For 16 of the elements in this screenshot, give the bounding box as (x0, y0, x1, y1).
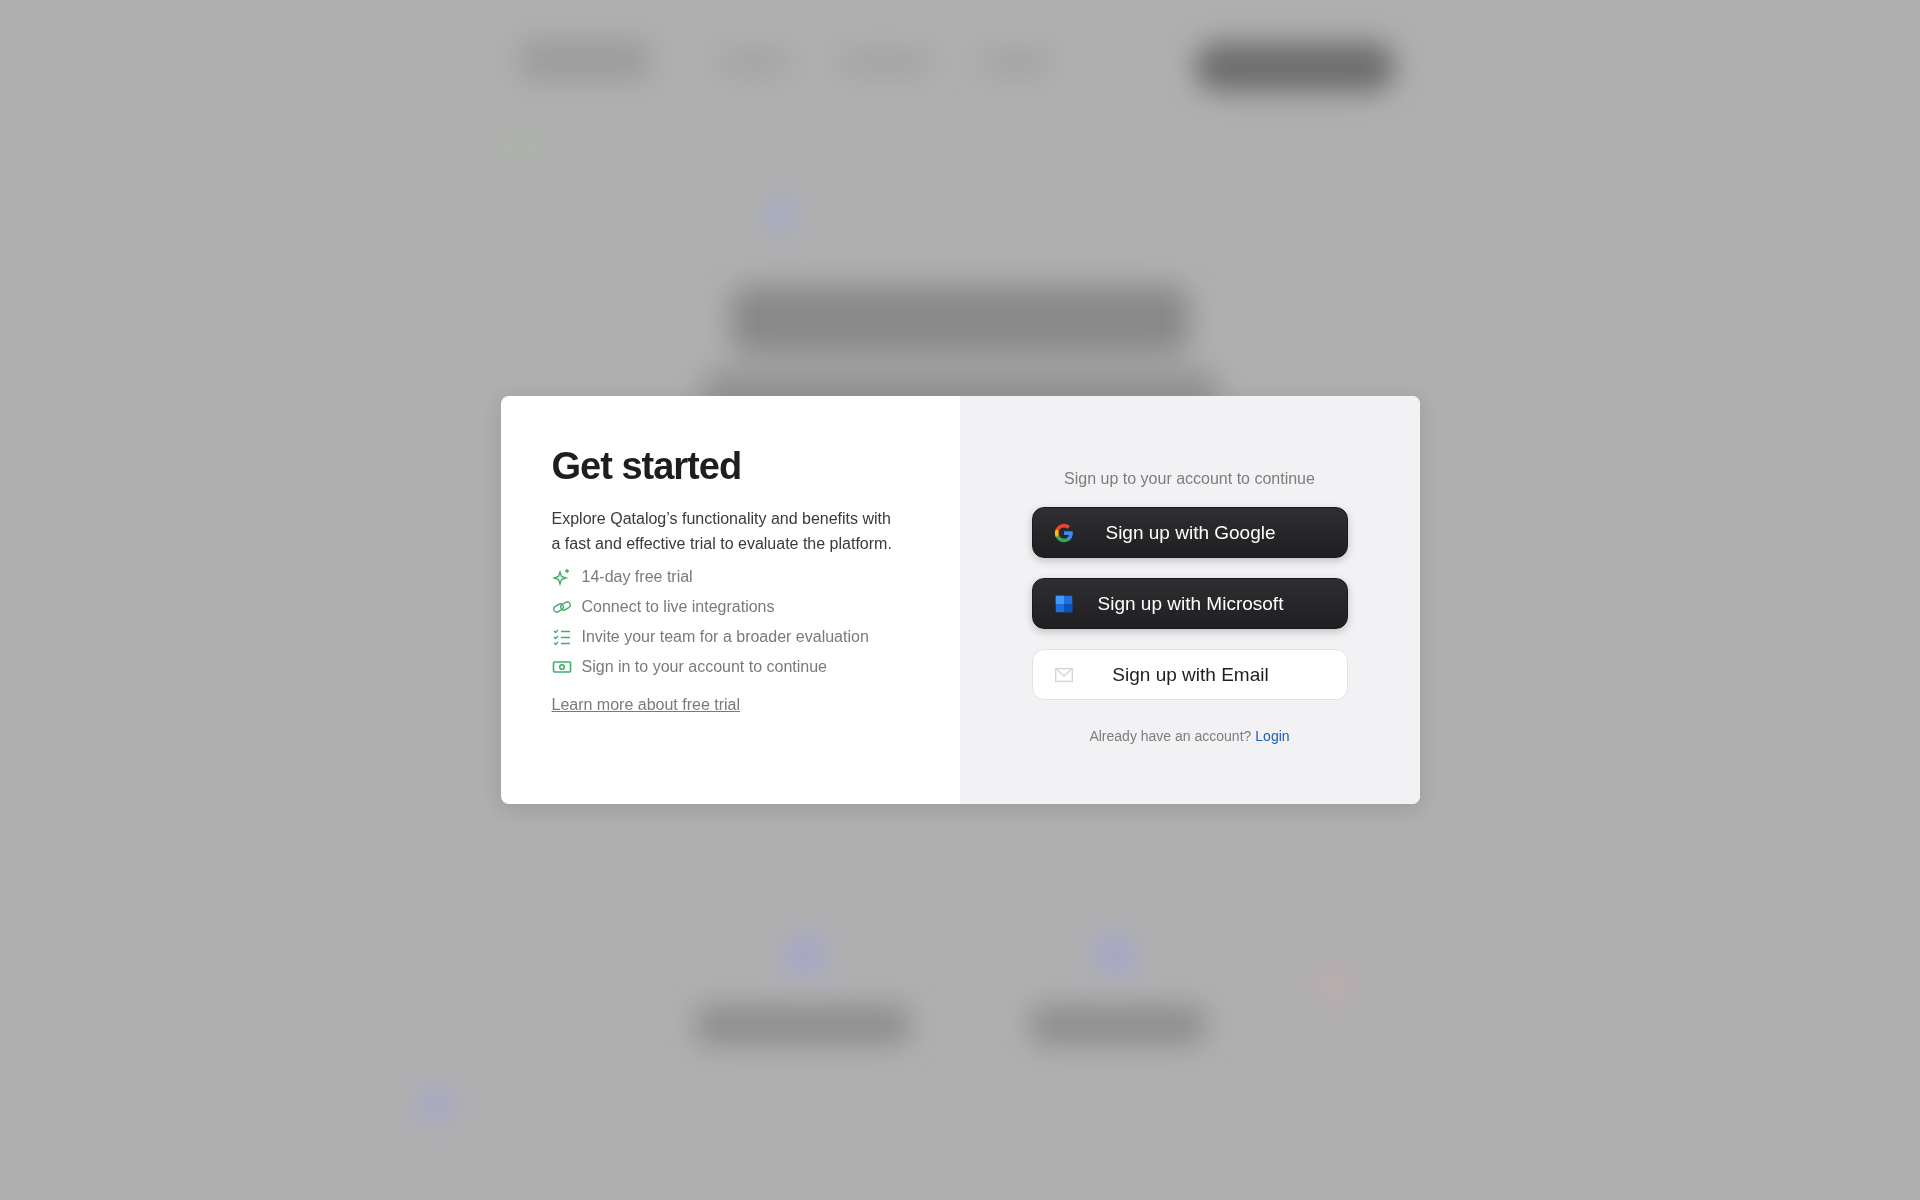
email-signup-button[interactable]: Sign up with Email (1031, 649, 1348, 700)
feature-text: Invite your team for a broader evaluation (581, 627, 869, 647)
login-link[interactable]: Login (1255, 728, 1290, 744)
feature-text: Connect to live integrations (581, 597, 775, 617)
google-signup-button[interactable]: Sign up with Google (1031, 507, 1348, 558)
google-g-icon (1052, 521, 1075, 544)
description-text: Explore Qatalog’s functionality and benefits with a fast and effective trial to evaluate the platform. (551, 509, 893, 554)
dialog-title: Get started (551, 444, 742, 488)
checklist-icon (551, 627, 572, 647)
signup-subtitle: Sign up to your account to continue (1064, 470, 1315, 488)
sparkle-icon (551, 567, 572, 587)
feature-text: Sign in to your account to continue (581, 657, 827, 677)
microsoft-signup-button[interactable]: Sign up with Microsoft (1031, 578, 1348, 629)
login-prompt: Already have an account? (1089, 728, 1252, 744)
learn-more-link[interactable]: Learn more about free trial (551, 696, 741, 714)
feature-text: 14-day free trial (581, 567, 693, 587)
